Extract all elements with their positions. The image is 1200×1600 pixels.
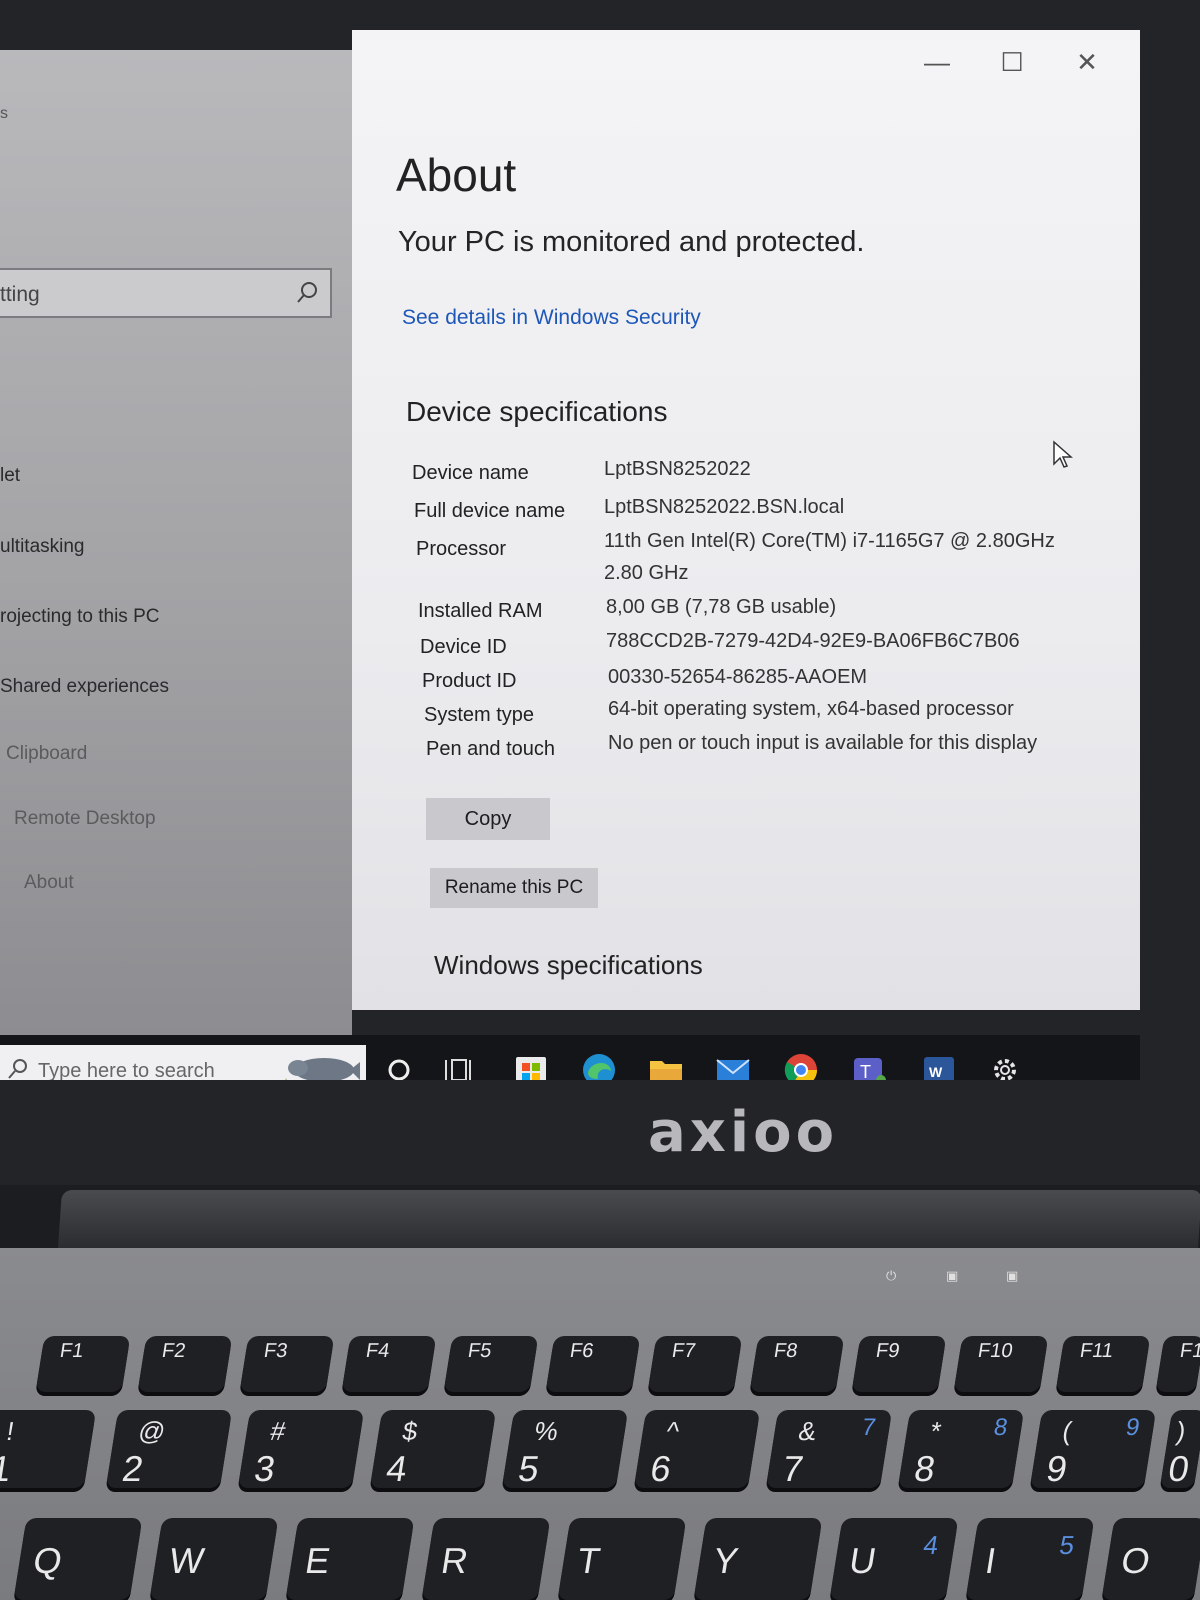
mail-icon[interactable] xyxy=(712,1049,754,1080)
key-q[interactable]: Q xyxy=(13,1518,143,1600)
key-f7[interactable]: F7 xyxy=(647,1336,743,1392)
key-f5[interactable]: F5 xyxy=(443,1336,539,1392)
spec-value-processor-speed: 2.80 GHz xyxy=(604,562,689,584)
spec-value-installed-ram: 8,00 GB (7,78 GB usable) xyxy=(606,596,837,618)
key-5[interactable]: % 5 xyxy=(501,1410,629,1489)
settings-search-box[interactable]: tting xyxy=(0,268,332,318)
search-highlight-image xyxy=(285,1058,360,1080)
key-1[interactable]: ! 1 xyxy=(0,1410,97,1489)
key-w[interactable]: W xyxy=(149,1518,279,1600)
key-4[interactable]: $4 xyxy=(369,1410,497,1489)
edge-icon[interactable] xyxy=(578,1049,620,1080)
spec-value-device-id: 788CCD2B-7279-42D4-92E9-BA06FB6C7B06 xyxy=(606,630,1020,652)
maximize-button[interactable]: ☐ xyxy=(992,44,1032,80)
nav-item-shared-experiences[interactable]: Shared experiences xyxy=(0,676,169,698)
key-o[interactable]: O xyxy=(1101,1518,1200,1600)
svg-text:W: W xyxy=(929,1064,943,1080)
spec-label-installed-ram: Installed RAM xyxy=(418,600,543,622)
about-pane: — ☐ ✕ About Your PC is monitored and pro… xyxy=(352,30,1140,1010)
screen: s tting let ultitasking rojecting to thi… xyxy=(0,30,1140,1080)
settings-search-placeholder: tting xyxy=(0,283,40,306)
spec-label-product-id: Product ID xyxy=(422,670,517,692)
word-icon[interactable]: W xyxy=(918,1049,960,1080)
key-f10[interactable]: F10 xyxy=(953,1336,1049,1392)
chrome-icon[interactable] xyxy=(780,1049,822,1080)
rename-pc-button[interactable]: Rename this PC xyxy=(430,868,598,908)
store-icon[interactable] xyxy=(510,1049,552,1080)
copy-button[interactable]: Copy xyxy=(426,798,550,840)
teams-icon[interactable]: T xyxy=(848,1049,890,1080)
nav-header-text: s xyxy=(0,105,8,122)
key-r[interactable]: R xyxy=(421,1518,551,1600)
taskbar-search-box[interactable]: Type here to search xyxy=(0,1045,366,1080)
spec-label-device-name: Device name xyxy=(412,462,529,484)
key-f3[interactable]: F3 xyxy=(239,1336,335,1392)
key-u[interactable]: U4 xyxy=(829,1518,959,1600)
spec-label-pen-and-touch: Pen and touch xyxy=(426,738,555,760)
spec-value-device-name: LptBSN8252022 xyxy=(604,458,751,480)
device-specs-heading: Device specifications xyxy=(406,396,668,427)
spec-label-system-type: System type xyxy=(424,704,535,726)
windows-specs-heading: Windows specifications xyxy=(434,950,703,980)
key-f4[interactable]: F4 xyxy=(341,1336,437,1392)
brand-logo: axioo xyxy=(648,1100,839,1165)
key-e[interactable]: E xyxy=(285,1518,415,1600)
spec-label-full-device-name: Full device name xyxy=(414,500,566,522)
minimize-button[interactable]: — xyxy=(917,44,957,80)
windows-security-link[interactable]: See details in Windows Security xyxy=(402,306,701,330)
key-f1[interactable]: F1 xyxy=(35,1336,131,1392)
numlock-led-icon: ▣ xyxy=(1006,1268,1019,1283)
task-view-icon[interactable] xyxy=(442,1049,484,1080)
mouse-cursor-icon xyxy=(1053,440,1073,468)
key-8[interactable]: * 8 8 xyxy=(897,1410,1025,1489)
search-icon xyxy=(297,282,317,303)
key-f6[interactable]: F6 xyxy=(545,1336,641,1392)
key-f12[interactable]: F1 xyxy=(1155,1336,1200,1392)
nav-item-projecting[interactable]: rojecting to this PC xyxy=(0,606,159,628)
taskbar: Type here to search T W xyxy=(0,1035,1140,1080)
spec-value-system-type: 64-bit operating system, x64-based proce… xyxy=(608,698,1014,720)
page-title: About xyxy=(396,149,517,201)
key-y[interactable]: Y xyxy=(693,1518,823,1600)
spec-label-processor: Processor xyxy=(416,538,507,560)
key-6[interactable]: ^ 6 xyxy=(633,1410,761,1489)
key-t[interactable]: T xyxy=(557,1518,687,1600)
spec-value-product-id: 00330-52654-86285-AAOEM xyxy=(608,666,868,688)
spec-value-pen-and-touch: No pen or touch input is available for t… xyxy=(608,732,1038,754)
capslock-led-icon: ▣ xyxy=(946,1268,959,1283)
key-f11[interactable]: F11 xyxy=(1055,1336,1151,1392)
nav-item-remote-desktop[interactable]: Remote Desktop xyxy=(14,808,156,830)
nav-item-about[interactable]: About xyxy=(24,872,74,894)
spec-value-processor: 11th Gen Intel(R) Core(TM) i7-1165G7 @ 2… xyxy=(604,530,1055,552)
power-led-icon: ⏻ xyxy=(886,1268,897,1283)
nav-item-clipboard[interactable]: Clipboard xyxy=(6,743,87,765)
settings-icon[interactable] xyxy=(984,1049,1026,1080)
key-2[interactable]: @2 xyxy=(105,1410,233,1489)
close-button[interactable]: ✕ xyxy=(1067,44,1107,80)
svg-text:T: T xyxy=(860,1062,871,1080)
settings-nav: s tting let ultitasking rojecting to thi… xyxy=(0,50,352,1035)
protection-status: Your PC is monitored and protected. xyxy=(398,226,865,258)
nav-item-multitasking[interactable]: ultitasking xyxy=(0,536,85,558)
key-7[interactable]: & 7 7 xyxy=(765,1410,893,1489)
key-9[interactable]: (9 9 xyxy=(1029,1410,1157,1489)
spec-label-device-id: Device ID xyxy=(420,636,507,658)
file-explorer-icon[interactable] xyxy=(645,1049,687,1080)
nav-item-tablet[interactable]: let xyxy=(0,465,20,487)
taskbar-search-icon xyxy=(8,1059,27,1079)
cortana-icon[interactable] xyxy=(378,1049,420,1080)
key-3[interactable]: #3 xyxy=(237,1410,365,1489)
key-i[interactable]: I5 xyxy=(965,1518,1095,1600)
spec-value-full-device-name: LptBSN8252022.BSN.local xyxy=(604,496,845,518)
taskbar-search-placeholder: Type here to search xyxy=(38,1060,215,1080)
key-f9[interactable]: F9 xyxy=(851,1336,947,1392)
laptop-hinge xyxy=(57,1190,1200,1248)
key-f2[interactable]: F2 xyxy=(137,1336,233,1392)
key-f8[interactable]: F8 xyxy=(749,1336,845,1392)
